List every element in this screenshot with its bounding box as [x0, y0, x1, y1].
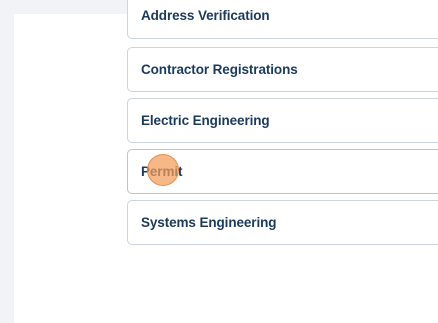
- list-item-address-verification[interactable]: Address Verification: [127, 0, 438, 39]
- list-item-label: Address Verification: [141, 8, 270, 23]
- list-item-label: Electric Engineering: [141, 113, 270, 128]
- list-item-label: Contractor Registrations: [141, 62, 298, 77]
- list-item-systems-engineering[interactable]: Systems Engineering: [127, 200, 438, 245]
- list-item-label: Permit: [141, 164, 183, 179]
- list-item-label: Systems Engineering: [141, 215, 277, 230]
- list-item-permit[interactable]: Permit: [127, 149, 438, 194]
- left-background-panel: [0, 0, 14, 323]
- list-item-electric-engineering[interactable]: Electric Engineering: [127, 98, 438, 143]
- list-item-contractor-registrations[interactable]: Contractor Registrations: [127, 47, 438, 92]
- department-list: Address Verification Contractor Registra…: [127, 0, 438, 250]
